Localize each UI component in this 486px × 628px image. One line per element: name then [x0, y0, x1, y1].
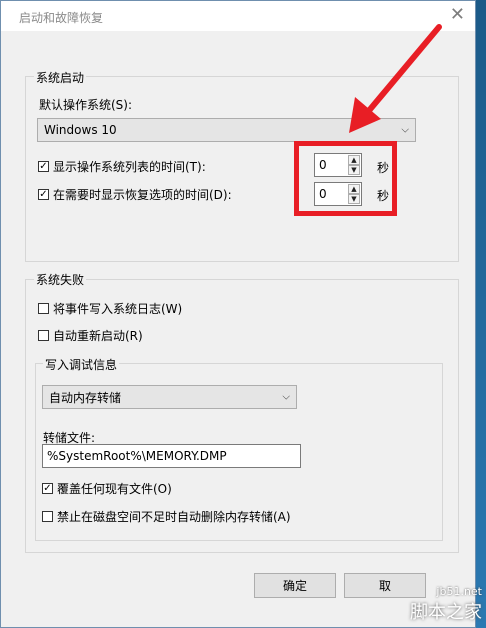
show-list-label: 显示操作系统列表的时间(T): [53, 160, 206, 174]
show-list-checkbox[interactable]: ✓ 显示操作系统列表的时间(T): [38, 158, 206, 175]
watermark-brand: 脚本之家 [410, 602, 482, 623]
show-recovery-label: 在需要时显示恢复选项的时间(D): [53, 188, 232, 202]
system-startup-legend: 系统启动 [34, 69, 87, 86]
debug-info-legend: 写入调试信息 [43, 356, 120, 373]
chevron-down-icon: ⌵ [282, 391, 290, 403]
overwrite-label: 覆盖任何现有文件(O) [57, 482, 172, 496]
auto-restart-checkbox[interactable]: 自动重新启动(R) [38, 327, 143, 344]
dump-file-value: %SystemRoot%\MEMORY.DMP [47, 449, 227, 463]
write-event-checkbox[interactable]: 将事件写入系统日志(W) [38, 300, 182, 317]
checkbox-box[interactable] [38, 303, 49, 314]
checkbox-box[interactable]: ✓ [38, 189, 49, 200]
startup-recovery-dialog: 启动和故障恢复 ✕ 系统启动 默认操作系统(S): Windows 10 ⌵ ✓… [0, 0, 476, 628]
checkbox-box[interactable]: ✓ [42, 483, 53, 494]
desktop-background [476, 0, 486, 628]
arrow-annotation-icon [349, 24, 442, 133]
auto-restart-label: 自动重新启动(R) [53, 329, 143, 343]
overwrite-checkbox[interactable]: ✓ 覆盖任何现有文件(O) [42, 480, 172, 497]
ok-button[interactable]: 确定 [254, 573, 336, 598]
highlight-box [294, 141, 397, 216]
checkbox-box[interactable] [38, 330, 49, 341]
show-recovery-checkbox[interactable]: ✓ 在需要时显示恢复选项的时间(D): [38, 186, 232, 203]
disable-auto-delete-label: 禁止在磁盘空间不足时自动删除内存转储(A) [57, 510, 291, 524]
write-event-label: 将事件写入系统日志(W) [53, 302, 183, 316]
window-title: 启动和故障恢复 [19, 11, 104, 25]
dump-type-value: 自动内存转储 [49, 390, 122, 405]
checkbox-box[interactable]: ✓ [38, 161, 49, 172]
system-failure-legend: 系统失败 [34, 271, 87, 288]
dump-file-input[interactable]: %SystemRoot%\MEMORY.DMP [42, 444, 301, 468]
close-icon[interactable]: ✕ [450, 6, 465, 24]
checkbox-box[interactable] [42, 511, 53, 522]
default-os-label: 默认操作系统(S): [39, 98, 133, 112]
disable-auto-delete-checkbox[interactable]: 禁止在磁盘空间不足时自动删除内存转储(A) [42, 508, 291, 525]
watermark: jb51.net 脚本之家 [410, 585, 482, 624]
watermark-site: jb51.net [436, 585, 482, 598]
default-os-value: Windows 10 [44, 123, 117, 137]
dump-type-select[interactable]: 自动内存转储 ⌵ [42, 385, 297, 409]
